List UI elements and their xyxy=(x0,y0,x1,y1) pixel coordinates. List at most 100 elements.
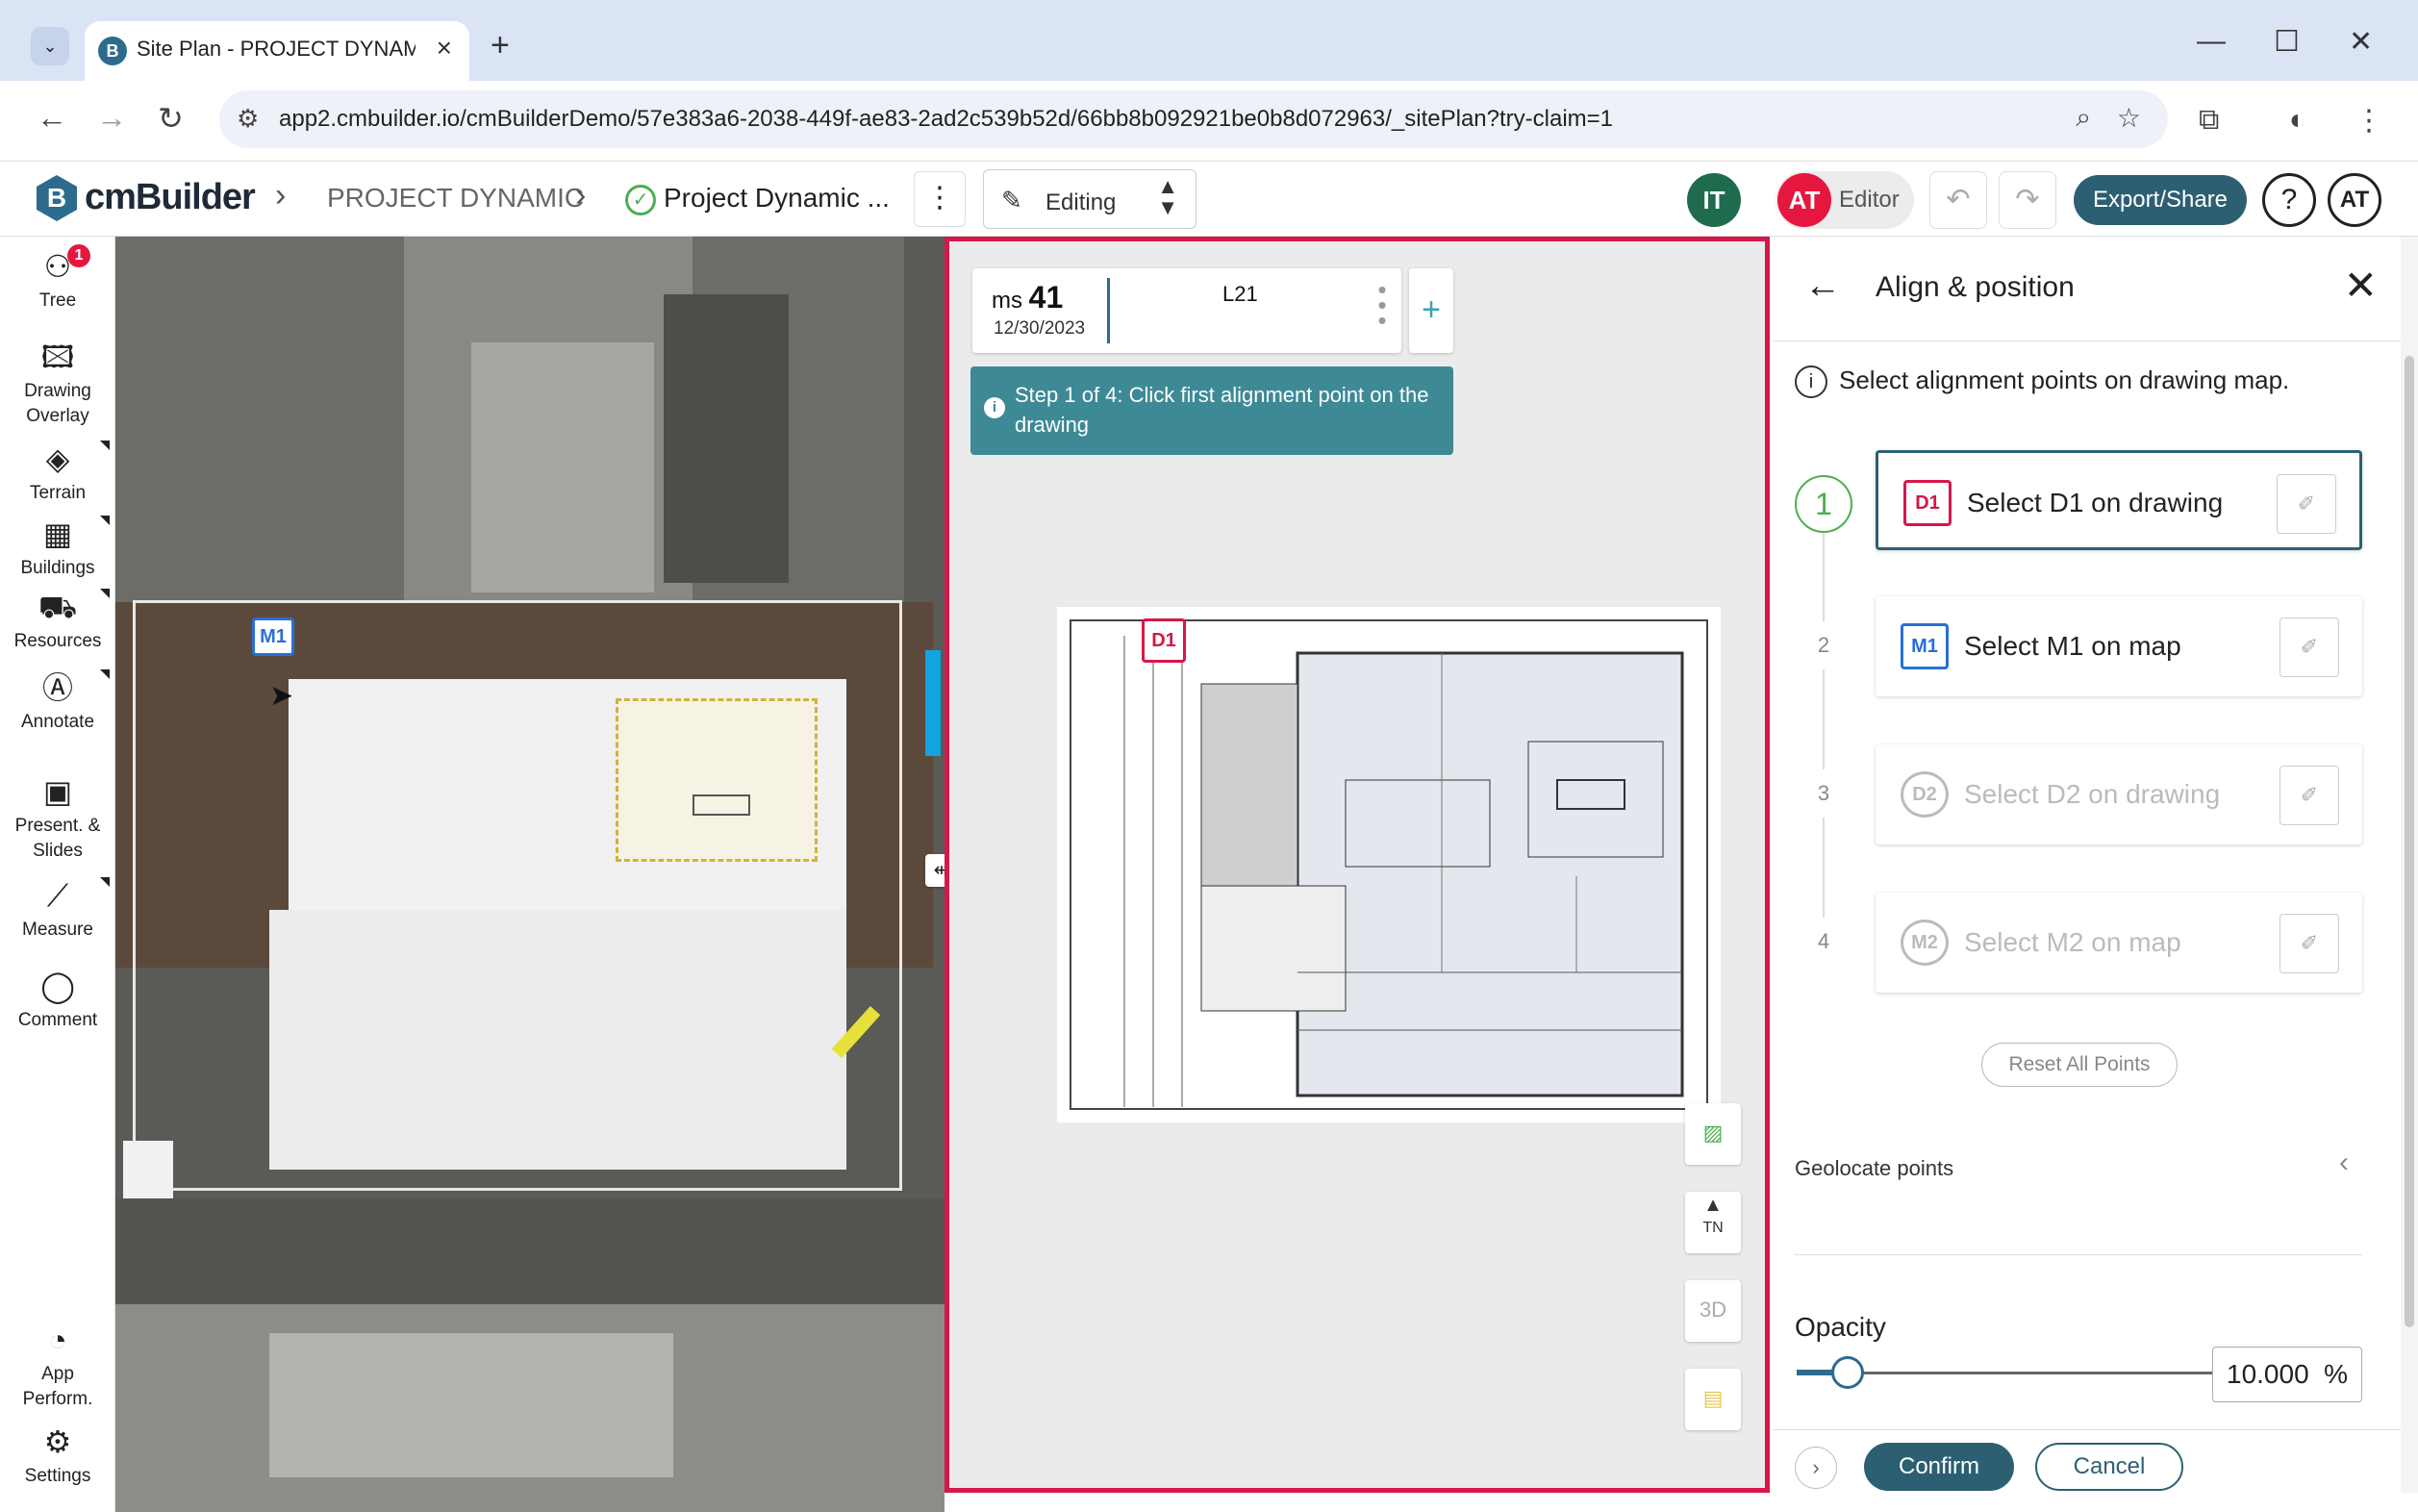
tool-present-slides[interactable]: ▣ Present. & Slides xyxy=(0,773,115,864)
url-bar[interactable]: ⚙ app2.cmbuilder.io/cmBuilderDemo/57e383… xyxy=(219,90,2168,148)
forward-icon[interactable]: → xyxy=(96,100,127,136)
scrollbar-thumb[interactable] xyxy=(2405,356,2414,1327)
tool-label: Resources xyxy=(13,631,102,651)
opacity-input[interactable]: 10.000 % xyxy=(2212,1347,2362,1402)
pin-icon[interactable]: ✐ xyxy=(2279,914,2339,973)
tool-measure[interactable]: ⟋ Measure xyxy=(0,877,115,943)
confirm-button[interactable]: Confirm xyxy=(1864,1443,2014,1491)
panel-instructions: i Select alignment points on drawing map. xyxy=(1795,365,2290,399)
opacity-label: Opacity xyxy=(1795,1312,1886,1342)
step-card-m1[interactable]: M1 Select M1 on map ✐ xyxy=(1876,596,2362,696)
tool-label: Terrain xyxy=(29,483,87,503)
extensions-icon[interactable]: ⧉ xyxy=(2199,104,2219,137)
step-card-d1[interactable]: D1 Select D1 on drawing ✐ xyxy=(1876,450,2362,550)
tool-annotate[interactable]: Ⓐ Annotate xyxy=(0,669,115,735)
chevron-left-icon[interactable]: ‹ xyxy=(2339,1147,2349,1179)
3d-toggle-button[interactable]: 3D xyxy=(1685,1280,1741,1342)
app-logo[interactable]: B cmBuilder xyxy=(37,173,287,225)
more-options-icon[interactable]: ⋮ xyxy=(914,171,966,227)
tool-app-performance[interactable]: ◔ App Perform. xyxy=(0,1322,115,1412)
browser-tab-strip: ⌄ B Site Plan - PROJECT DYNAMIC | × + — … xyxy=(0,0,2418,81)
drawing-sheet[interactable] xyxy=(1057,607,1721,1122)
tool-label: Measure xyxy=(22,920,93,940)
overlay-shape xyxy=(693,794,750,816)
step-banner: i Step 1 of 4: Click first alignment poi… xyxy=(970,366,1453,455)
opacity-value[interactable]: 10.000 xyxy=(2227,1359,2309,1390)
back-icon[interactable]: ← xyxy=(37,100,67,136)
export-share-button[interactable]: Export/Share xyxy=(2074,175,2247,225)
step-number-4: 4 xyxy=(1800,918,1848,966)
reset-all-points-button[interactable]: Reset All Points xyxy=(1981,1043,2178,1087)
milestone-card[interactable]: ms 41 12/30/2023 L21 • • • xyxy=(972,268,1401,353)
tool-settings[interactable]: ⚙ Settings xyxy=(0,1424,115,1489)
tool-drawing-overlay[interactable]: 🖾 Drawing Overlay xyxy=(0,339,115,429)
panel-scrollbar[interactable] xyxy=(2401,237,2418,1493)
step-banner-text: Step 1 of 4: Click first alignment point… xyxy=(1015,383,1429,437)
pin-icon[interactable]: ✐ xyxy=(2279,766,2339,825)
tool-terrain[interactable]: ◈ Terrain xyxy=(0,441,115,506)
breadcrumb-project[interactable]: PROJECT DYNAMIC xyxy=(327,183,584,214)
drawing-panel[interactable]: ms 41 12/30/2023 L21 • • • + i Step 1 of 4… xyxy=(945,237,1770,1493)
drawing-marker-d1[interactable]: D1 xyxy=(1142,618,1186,663)
tree-icon: ⚇ xyxy=(43,249,72,284)
avatar-it[interactable]: IT xyxy=(1687,173,1741,227)
pin-icon[interactable]: ✐ xyxy=(2279,617,2339,677)
editor-role-pill[interactable]: AT Editor xyxy=(1776,171,1914,229)
new-tab-icon[interactable]: + xyxy=(491,27,510,64)
close-window-icon[interactable]: ✕ xyxy=(2349,25,2373,59)
map-layer-icon[interactable]: ▨ xyxy=(1685,1103,1741,1165)
close-tab-icon[interactable]: × xyxy=(437,33,452,63)
tool-buildings[interactable]: ▦ Buildings xyxy=(0,516,115,581)
logo-text: cmBuilder xyxy=(85,177,256,217)
bookmark-star-icon[interactable]: ☆ xyxy=(2117,102,2141,134)
map-marker-m1[interactable]: M1 xyxy=(252,617,294,656)
browser-menu-icon[interactable]: ⋮ xyxy=(2355,104,2383,138)
present-icon: ▣ xyxy=(42,774,73,809)
mode-select[interactable]: ✎ Editing ▲ ▼ xyxy=(983,169,1196,229)
arrow-left-icon[interactable]: ← xyxy=(1804,265,1841,307)
tool-label: Comment xyxy=(17,1010,98,1030)
tab-search-icon[interactable]: ⌄ xyxy=(31,27,69,65)
tool-comment[interactable]: ◯ Comment xyxy=(0,968,115,1033)
map-shadow xyxy=(664,294,789,583)
add-icon[interactable]: + xyxy=(1409,268,1453,353)
redo-icon[interactable]: ↷ xyxy=(1999,171,2056,229)
milestone-date: 12/30/2023 xyxy=(994,318,1086,339)
more-options-icon[interactable]: • • • xyxy=(1376,277,1388,333)
url-text[interactable]: app2.cmbuilder.io/cmBuilderDemo/57e383a6… xyxy=(279,106,1613,133)
step-card-d2[interactable]: D2 Select D2 on drawing ✐ xyxy=(1876,744,2362,844)
opacity-slider-thumb[interactable] xyxy=(1831,1356,1865,1389)
step-card-m2[interactable]: M2 Select M2 on map ✐ xyxy=(1876,893,2362,993)
satellite-map[interactable]: M1 ➤ xyxy=(115,237,945,1512)
cancel-button[interactable]: Cancel xyxy=(2035,1443,2183,1491)
submenu-triangle-icon xyxy=(100,441,110,450)
close-icon[interactable]: ✕ xyxy=(2344,262,2378,309)
chevron-right-icon[interactable]: › xyxy=(1795,1447,1837,1489)
tool-resources[interactable]: ⛟ Resources xyxy=(0,589,115,654)
extension-icon[interactable]: ◐ xyxy=(2289,104,2306,137)
measure-icon: ⟋ xyxy=(46,878,69,913)
instructions-text: Select alignment points on drawing map. xyxy=(1839,365,2290,394)
site-settings-icon[interactable]: ⚙ xyxy=(237,104,259,134)
zoom-icon[interactable]: ⌕ xyxy=(2076,102,2091,134)
tool-tree[interactable]: ⚇ 1 Tree xyxy=(0,244,115,314)
color-layer-icon[interactable]: ▤ xyxy=(1685,1369,1741,1430)
pencil-icon: ✎ xyxy=(1001,186,1022,214)
tool-label: Drawing xyxy=(24,381,91,401)
step-label: Select D2 on drawing xyxy=(1964,779,2221,809)
true-north-button[interactable]: ▲ TN xyxy=(1685,1192,1741,1253)
reload-icon[interactable]: ↻ xyxy=(158,100,184,137)
breadcrumb-model[interactable]: Project Dynamic ... xyxy=(664,183,890,214)
left-toolbar: ⚇ 1 Tree 🖾 Drawing Overlay ◈ Terrain ▦ B… xyxy=(0,237,115,1512)
maximize-icon[interactable]: ☐ xyxy=(2274,25,2300,59)
browser-tab[interactable]: B Site Plan - PROJECT DYNAMIC | × xyxy=(85,21,469,81)
pin-icon[interactable]: ✐ xyxy=(2277,474,2336,534)
minimize-icon[interactable]: — xyxy=(2197,25,2226,58)
level-label: L21 xyxy=(1222,282,1258,306)
undo-icon[interactable]: ↶ xyxy=(1929,171,1987,229)
mode-label: Editing xyxy=(1045,189,1117,215)
profile-avatar[interactable]: AT xyxy=(2328,173,2381,227)
overlay-drawing-lower xyxy=(269,910,846,1170)
help-button[interactable]: ? xyxy=(2262,173,2316,227)
geolocate-points-label[interactable]: Geolocate points xyxy=(1795,1156,1953,1181)
